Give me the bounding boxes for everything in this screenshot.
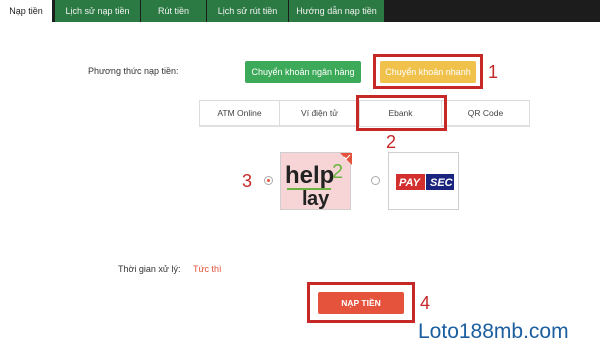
step-number-2: 2 <box>386 132 397 152</box>
tab-lich-su-rut-tien[interactable]: Lịch sử rút tiền <box>207 0 289 22</box>
subtab-qr-code[interactable]: QR Code <box>442 101 529 126</box>
paysec-card[interactable]: PAY SEC <box>388 152 459 210</box>
method-label: Phương thức nạp tiền: <box>88 66 179 76</box>
subtab-vi-dien-tu[interactable]: Ví điện tử <box>280 101 360 126</box>
tab-huong-dan-nap-tien[interactable]: Hướng dẫn nạp tiền <box>289 0 385 22</box>
site-watermark: Loto188mb.com <box>418 320 569 343</box>
highlight-box-2 <box>356 95 447 131</box>
paysec-radio[interactable] <box>371 176 380 185</box>
paysec-logo: PAY SEC <box>396 174 454 190</box>
help2pay-radio[interactable] <box>264 176 273 185</box>
highlight-box-4 <box>307 282 415 323</box>
help2pay-card[interactable]: help 2 ay l <box>280 152 352 210</box>
svg-text:l: l <box>302 188 308 210</box>
help2pay-logo: help 2 ay l <box>285 153 352 210</box>
highlight-box-1 <box>373 54 483 89</box>
svg-text:2: 2 <box>332 161 343 183</box>
processing-time-value: Tức thì <box>193 264 222 274</box>
step-number-3: 3 <box>242 171 253 191</box>
bank-transfer-button[interactable]: Chuyển khoản ngân hàng <box>245 61 361 83</box>
subtab-atm-online[interactable]: ATM Online <box>200 101 280 126</box>
step-number-4: 4 <box>420 293 431 313</box>
tab-nap-tien[interactable]: Nạp tiền <box>0 0 52 22</box>
svg-text:PAY: PAY <box>399 177 422 189</box>
svg-text:help: help <box>285 162 334 189</box>
top-tab-bar: Nạp tiền Lịch sử nạp tiền Rút tiền Lịch … <box>0 0 600 22</box>
step-number-1: 1 <box>488 62 499 82</box>
processing-time-label: Thời gian xử lý: <box>118 264 181 274</box>
tab-lich-su-nap-tien[interactable]: Lịch sử nạp tiền <box>55 0 141 22</box>
svg-text:SEC: SEC <box>430 177 454 189</box>
svg-text:ay: ay <box>307 188 330 210</box>
tab-rut-tien[interactable]: Rút tiền <box>141 0 207 22</box>
